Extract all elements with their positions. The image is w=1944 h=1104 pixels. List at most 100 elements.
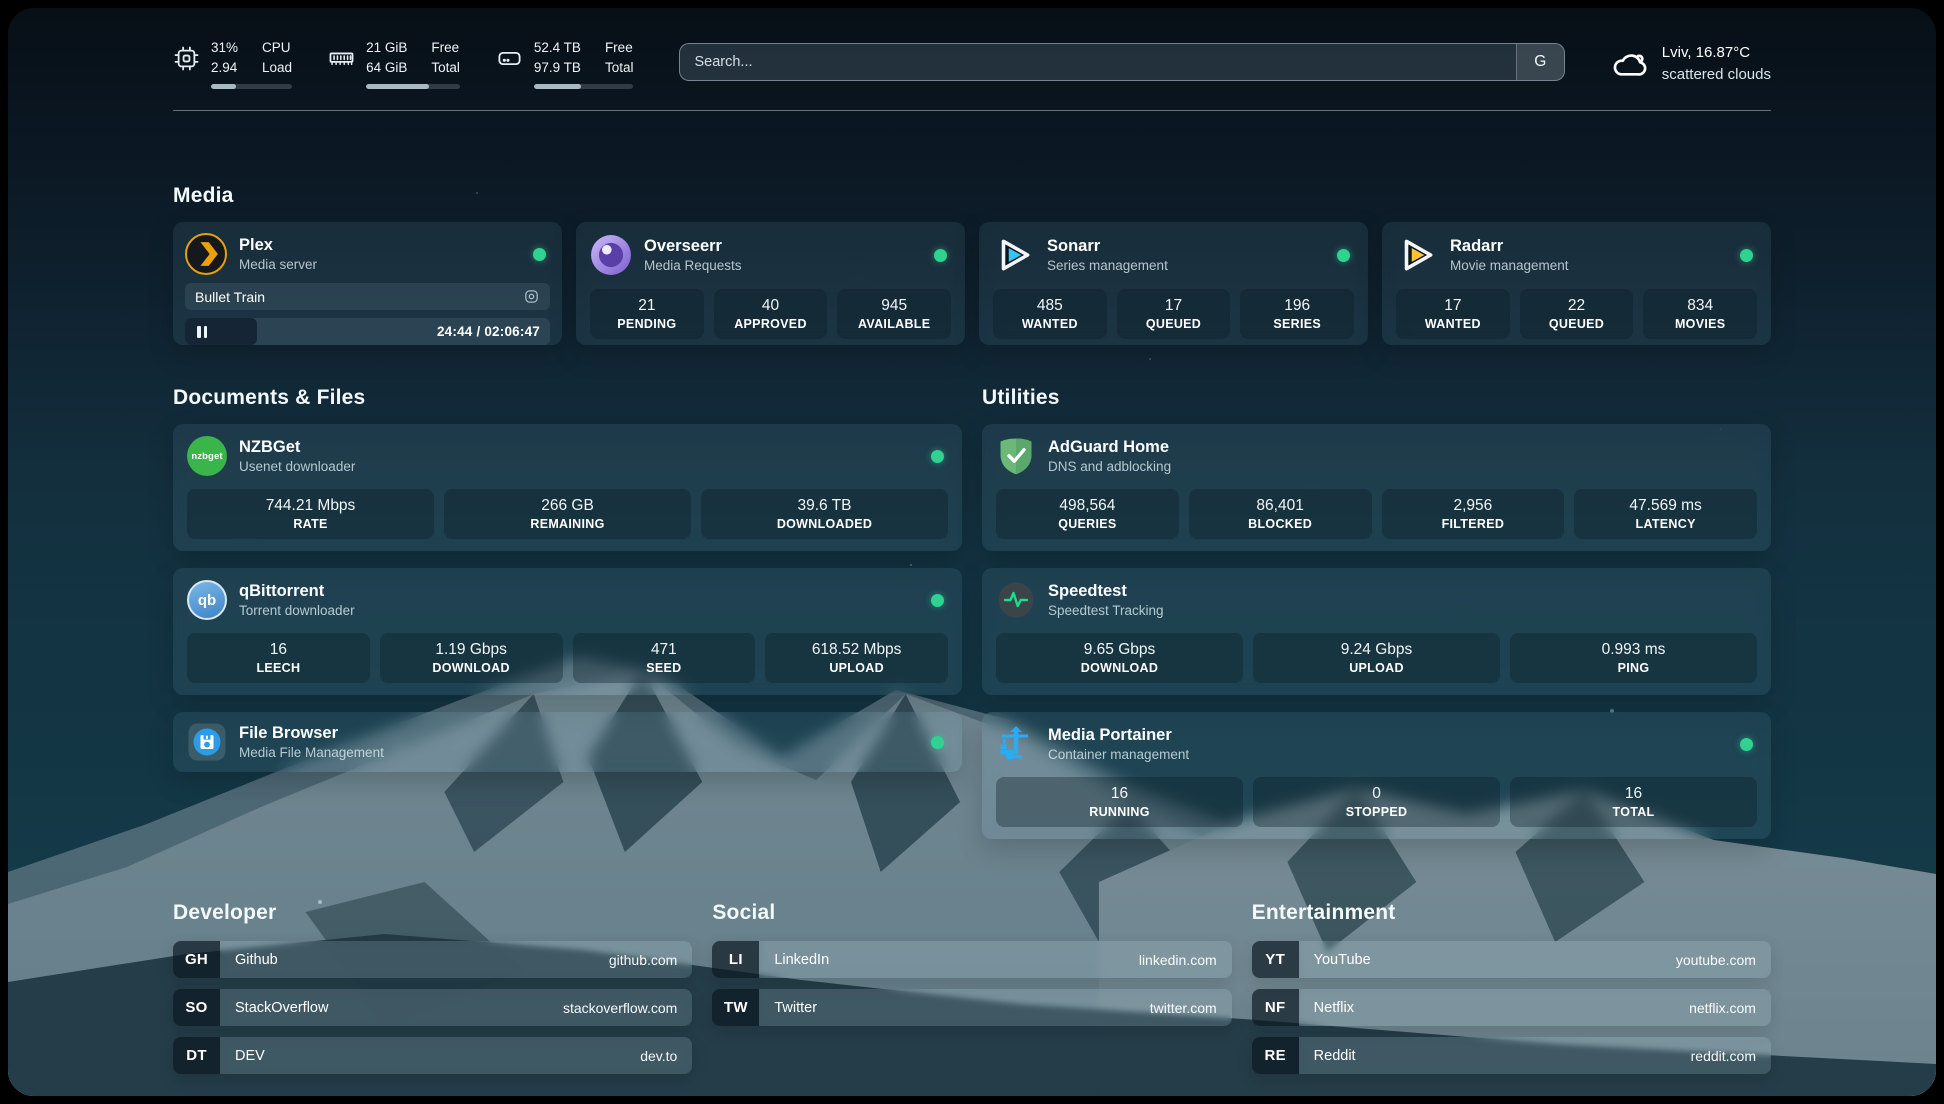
link-name: LinkedIn (774, 952, 829, 968)
stat-queued: 17 QUEUED (1117, 289, 1231, 339)
stat-value: 16 (1514, 784, 1753, 804)
link-url: stackoverflow.com (563, 1000, 677, 1016)
qbittorrent-card[interactable]: qb qBittorrent Torrent downloader 16 LEE… (173, 568, 962, 695)
link-youtube[interactable]: YT YouTube youtube.com (1252, 941, 1771, 978)
stat-value: 485 (997, 296, 1103, 316)
link-netflix[interactable]: NF Netflix netflix.com (1252, 989, 1771, 1026)
filebrowser-card[interactable]: File Browser Media File Management (173, 712, 962, 772)
link-dev[interactable]: DT DEV dev.to (173, 1037, 692, 1074)
link-github[interactable]: GH Github github.com (173, 941, 692, 978)
status-dot (533, 248, 546, 261)
stat-label: SERIES (1244, 317, 1350, 331)
disk-free-label: Free (605, 38, 634, 58)
app-name: Media Portainer (1048, 725, 1189, 746)
dashboard-window: 31% 2.94 CPU Load (8, 8, 1936, 1096)
search-engine-button[interactable]: G (1516, 44, 1564, 80)
stat-value: 834 (1647, 296, 1753, 316)
stat-value: 40 (718, 296, 824, 316)
speedtest-card[interactable]: Speedtest Speedtest Tracking 9.65 Gbps D… (982, 568, 1771, 695)
stat-filtered: 2,956 FILTERED (1382, 489, 1565, 539)
app-description: Media Requests (644, 257, 742, 275)
stat-label: DOWNLOADED (705, 517, 944, 531)
app-description: Movie management (1450, 257, 1569, 275)
stat-movies: 834 MOVIES (1643, 289, 1757, 339)
stat-value: 266 GB (448, 496, 687, 516)
stat-rate: 744.21 Mbps RATE (187, 489, 434, 539)
app-name: qBittorrent (239, 581, 355, 602)
status-dot (931, 594, 944, 607)
memory-free-value: 21 GiB (366, 38, 407, 58)
app-description: Speedtest Tracking (1048, 602, 1164, 620)
nzbget-card[interactable]: nzbget NZBGet Usenet downloader 744.21 M… (173, 424, 962, 551)
adguard-icon (996, 436, 1036, 476)
stat-available: 945 AVAILABLE (837, 289, 951, 339)
plex-card[interactable]: Plex Media server Bullet Train (173, 222, 562, 345)
stat-label: REMAINING (448, 517, 687, 531)
section-title-utilities: Utilities (982, 386, 1771, 410)
status-dot (931, 450, 944, 463)
stat-approved: 40 APPROVED (714, 289, 828, 339)
pause-button[interactable] (195, 324, 209, 340)
stat-label: BLOCKED (1193, 517, 1368, 531)
link-stackoverflow[interactable]: SO StackOverflow stackoverflow.com (173, 989, 692, 1026)
stat-label: QUERIES (1000, 517, 1175, 531)
stat-label: RUNNING (1000, 805, 1239, 819)
stat-value: 17 (1400, 296, 1506, 316)
stat-download: 9.65 Gbps DOWNLOAD (996, 633, 1243, 683)
section-developer: Developer GH Github github.com SO StackO… (173, 901, 692, 1074)
weather-widget: Lviv, 16.87°C scattered clouds (1609, 42, 1771, 86)
app-description: DNS and adblocking (1048, 458, 1171, 476)
stat-stopped: 0 STOPPED (1253, 777, 1500, 827)
link-name: YouTube (1314, 952, 1371, 968)
overseerr-card[interactable]: Overseerr Media Requests 21 PENDING 40 A… (576, 222, 965, 345)
app-description: Container management (1048, 746, 1189, 764)
stat-label: UPLOAD (769, 661, 944, 675)
section-media: Media Plex Media server (173, 184, 1771, 345)
cpu-label: CPU (262, 38, 292, 58)
portainer-icon (996, 724, 1036, 764)
cpu-load-value: 2.94 (211, 58, 238, 78)
stat-value: 498,564 (1000, 496, 1175, 516)
section-title-media: Media (173, 184, 1771, 208)
link-reddit[interactable]: RE Reddit reddit.com (1252, 1037, 1771, 1074)
app-name: Overseerr (644, 236, 742, 257)
section-title-developer: Developer (173, 901, 692, 925)
cpu-load-label: Load (262, 58, 292, 78)
disk-total-value: 97.9 TB (534, 58, 581, 78)
link-url: youtube.com (1676, 952, 1756, 968)
plex-icon (185, 233, 227, 275)
stat-value: 16 (1000, 784, 1239, 804)
stat-label: AVAILABLE (841, 317, 947, 331)
disk-progress-track (534, 84, 634, 89)
memory-icon (328, 45, 355, 72)
link-name: DEV (235, 1048, 265, 1064)
memory-progress-fill (366, 84, 429, 89)
memory-total-label: Total (431, 58, 460, 78)
memory-progress-track (366, 84, 460, 89)
speedtest-icon (996, 580, 1036, 620)
link-linkedin[interactable]: LI LinkedIn linkedin.com (712, 941, 1231, 978)
stat-label: STOPPED (1257, 805, 1496, 819)
overseerr-icon (590, 234, 632, 276)
stat-value: 47.569 ms (1578, 496, 1753, 516)
stat-label: WANTED (1400, 317, 1506, 331)
memory-total-value: 64 GiB (366, 58, 407, 78)
app-name: AdGuard Home (1048, 437, 1171, 458)
sonarr-card[interactable]: Sonarr Series management 485 WANTED 17 Q… (979, 222, 1368, 345)
stat-wanted: 485 WANTED (993, 289, 1107, 339)
stat-label: APPROVED (718, 317, 824, 331)
link-twitter[interactable]: TW Twitter twitter.com (712, 989, 1231, 1026)
adguard-card[interactable]: AdGuard Home DNS and adblocking 498,564 … (982, 424, 1771, 551)
cloud-icon (1609, 44, 1649, 84)
stat-queued: 22 QUEUED (1520, 289, 1634, 339)
app-name: File Browser (239, 723, 384, 744)
radarr-card[interactable]: Radarr Movie management 17 WANTED 22 QUE… (1382, 222, 1771, 345)
stat-downloaded: 39.6 TB DOWNLOADED (701, 489, 948, 539)
section-title-entertainment: Entertainment (1252, 901, 1771, 925)
search-input[interactable] (680, 44, 1515, 80)
status-dot (1337, 249, 1350, 262)
disk-progress-fill (534, 84, 581, 89)
stat-value: 16 (191, 640, 366, 660)
screen-frame: 31% 2.94 CPU Load (0, 0, 1944, 1104)
portainer-card[interactable]: Media Portainer Container management 16 … (982, 712, 1771, 839)
